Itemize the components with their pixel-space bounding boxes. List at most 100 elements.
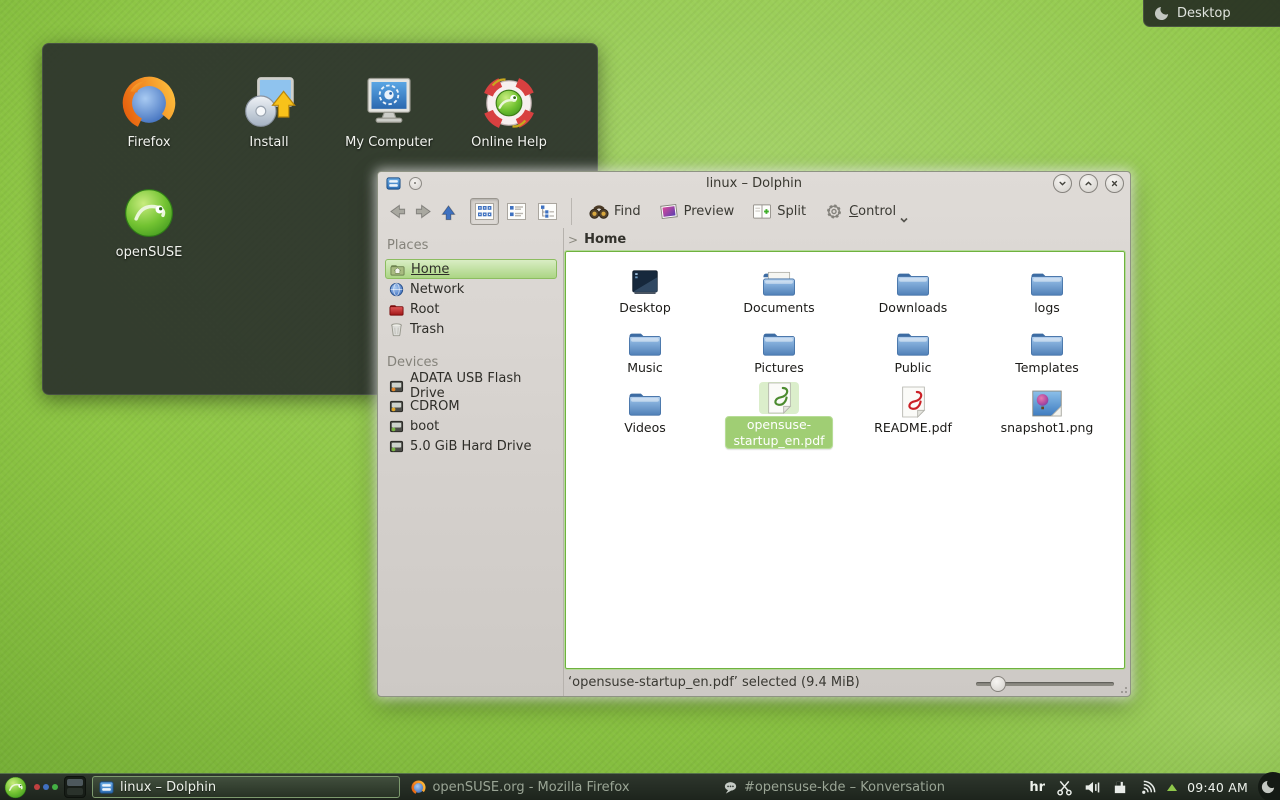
photo-icon (659, 203, 679, 220)
zoom-slider[interactable] (976, 675, 1114, 691)
sidebar-item-adata-usb[interactable]: ADATA USB Flash Drive (385, 376, 557, 396)
globe-icon (389, 282, 404, 297)
icons-view-icon (474, 202, 495, 221)
desktop-icon-opensuse[interactable]: openSUSE (89, 184, 209, 288)
clock[interactable]: 09:40 AM (1187, 780, 1248, 795)
image-file-icon (1031, 389, 1063, 418)
breadcrumb[interactable]: > Home (564, 228, 1130, 251)
file-item-music[interactable]: Music (578, 322, 712, 382)
preview-button[interactable]: Preview (652, 200, 742, 223)
folder-icon (627, 388, 663, 418)
file-item-readme-pdf[interactable]: README.pdf (846, 382, 980, 442)
speaker-icon (1084, 779, 1101, 796)
file-view[interactable]: Desktop Documents Downloads logs (565, 251, 1125, 669)
arrow-left-icon (388, 202, 407, 221)
status-bar: ‘opensuse-startup_en.pdf’ selected (9.4 … (564, 669, 1130, 696)
home-folder-icon (390, 262, 405, 277)
control-button[interactable]: Control (817, 200, 916, 224)
chevron-up-icon (1083, 178, 1094, 189)
clipboard-tool-button[interactable] (1055, 778, 1073, 796)
breadcrumb-home[interactable]: Home (584, 232, 626, 247)
sidebar-item-hard-drive[interactable]: 5.0 GiB Hard Drive (385, 436, 557, 456)
forward-button[interactable] (412, 201, 434, 223)
lifebuoy-icon (481, 75, 537, 131)
sidebar-item-home[interactable]: Home (385, 259, 557, 279)
file-item-logs[interactable]: logs (980, 262, 1114, 322)
details-view-icon (537, 202, 558, 221)
places-header: Places (387, 238, 557, 253)
sidebar-item-boot[interactable]: boot (385, 416, 557, 436)
desktop-icon-online-help[interactable]: Online Help (449, 74, 569, 178)
device-notifier-icon (1112, 779, 1129, 796)
file-item-downloads[interactable]: Downloads (846, 262, 980, 322)
volume-button[interactable] (1083, 778, 1101, 796)
desktop-icon-install[interactable]: Install (209, 74, 329, 178)
system-tray: hr 09:40 AM (1029, 772, 1280, 800)
maximize-button[interactable] (1079, 174, 1098, 193)
device-notifier-button[interactable] (1111, 778, 1129, 796)
folder-icon (895, 328, 931, 358)
task-dolphin[interactable]: linux – Dolphin (92, 776, 400, 798)
pdf-file-icon (767, 382, 792, 414)
zoom-slider-handle[interactable] (990, 676, 1006, 692)
details-view-button[interactable] (534, 199, 561, 224)
trash-icon (389, 322, 404, 337)
minimize-button[interactable] (1053, 174, 1072, 193)
firefox-icon (121, 75, 177, 131)
file-item-pictures[interactable]: Pictures (712, 322, 846, 382)
compact-view-button[interactable] (503, 199, 530, 224)
task-konversation[interactable]: #opensuse-kde – Konversation (717, 777, 1023, 797)
computer-monitor-icon (361, 75, 417, 131)
desktop-toolbox-label: Desktop (1177, 6, 1231, 21)
desktop-toolbox-button[interactable]: Desktop (1143, 0, 1280, 27)
resize-grip[interactable] (1118, 684, 1128, 694)
virtual-desktop-pager[interactable] (64, 776, 86, 798)
panel-toolbox-button[interactable] (1258, 772, 1280, 800)
task-firefox[interactable]: openSUSE.org - Mozilla Firefox (405, 777, 711, 797)
usb-drive-icon (389, 379, 404, 394)
pager-desktop-2[interactable] (67, 788, 83, 795)
green-dot-icon (52, 784, 58, 790)
taskbar: linux – Dolphin openSUSE.org - Mozilla F… (0, 773, 1280, 800)
sidebar-item-network[interactable]: Network (385, 279, 557, 299)
up-button[interactable] (438, 201, 460, 223)
back-button[interactable] (386, 201, 408, 223)
close-icon (1109, 178, 1120, 189)
compact-view-icon (506, 202, 527, 221)
sidebar-item-root[interactable]: Root (385, 299, 557, 319)
expand-tray-arrow-icon[interactable] (1167, 784, 1177, 791)
scissors-icon (1056, 779, 1073, 796)
desktop-icon-firefox[interactable]: Firefox (89, 74, 209, 178)
pdf-file-icon (901, 386, 926, 418)
icons-view-button[interactable] (470, 198, 499, 225)
file-item-documents[interactable]: Documents (712, 262, 846, 322)
red-folder-icon (389, 302, 404, 317)
keyboard-layout-indicator[interactable]: hr (1029, 780, 1045, 795)
sidebar-item-trash[interactable]: Trash (385, 319, 557, 339)
devices-header: Devices (387, 355, 557, 370)
split-button[interactable]: Split (745, 200, 813, 223)
breadcrumb-chevron-icon: > (568, 233, 578, 247)
file-item-desktop[interactable]: Desktop (578, 262, 712, 322)
close-button[interactable] (1105, 174, 1124, 193)
folder-icon (627, 328, 663, 358)
folder-icon (895, 268, 931, 298)
chevron-down-icon (1057, 178, 1068, 189)
file-item-public[interactable]: Public (846, 322, 980, 382)
desktop: Desktop Firefox Install My Computer Onli… (0, 0, 1280, 800)
titlebar[interactable]: linux – Dolphin (378, 172, 1130, 195)
window-sticky-button[interactable] (409, 177, 422, 190)
cashew-icon (1261, 780, 1275, 794)
network-button[interactable] (1139, 778, 1157, 796)
activity-indicator[interactable] (34, 784, 58, 790)
application-launcher-button[interactable] (2, 774, 28, 800)
file-item-templates[interactable]: Templates (980, 322, 1114, 382)
file-item-opensuse-startup-pdf[interactable]: opensuse-startup_en.pdf (712, 382, 846, 442)
blue-dot-icon (43, 784, 49, 790)
pager-desktop-1[interactable] (67, 779, 83, 786)
file-item-snapshot-png[interactable]: snapshot1.png (980, 382, 1114, 442)
cdrom-icon (389, 399, 404, 414)
desktop-icon-my-computer[interactable]: My Computer (329, 74, 449, 178)
file-item-videos[interactable]: Videos (578, 382, 712, 442)
find-button[interactable]: Find (582, 200, 648, 223)
